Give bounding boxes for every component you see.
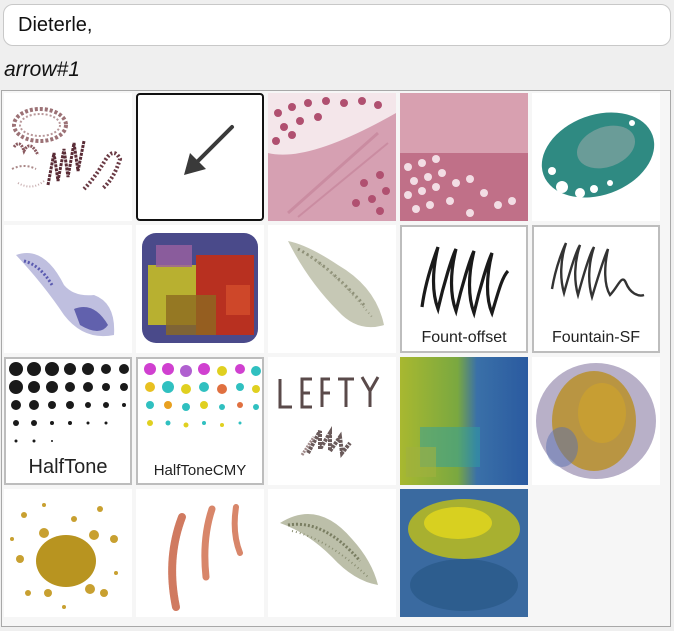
- brush-tile-grey-spray[interactable]: [268, 225, 396, 353]
- brush-tile-mauve-grid[interactable]: [400, 93, 528, 221]
- brush-tile-scribble-circle[interactable]: [4, 93, 132, 221]
- brush-tile-olive-stroke[interactable]: [268, 489, 396, 617]
- teal-splatter-swatch: [541, 112, 655, 198]
- green-blue-gradient-swatch: [400, 357, 528, 485]
- lefty-swatch: [278, 376, 380, 458]
- brush-tile-teal-splatter[interactable]: [532, 93, 660, 221]
- brush-tile-halftone-cmy[interactable]: HalfToneCMY: [136, 357, 264, 485]
- brush-tile-fountain-sf[interactable]: Fountain-SF: [532, 225, 660, 353]
- brush-caption: HalfTone: [28, 456, 108, 478]
- olive-stroke-swatch: [280, 514, 378, 585]
- search-input[interactable]: [18, 12, 658, 38]
- brush-tile-green-blue-gradient[interactable]: [400, 357, 528, 485]
- brush-caption: Fountain-SF: [551, 329, 641, 346]
- brush-caption: HalfToneCMY: [153, 462, 247, 479]
- scribble-circle-swatch: [11, 107, 123, 191]
- brush-grid[interactable]: Fount-offset Fountain-SF HalfTone HalfTo…: [1, 90, 671, 627]
- gold-splatter-swatch: [10, 503, 118, 609]
- brush-tile-fount-offset[interactable]: Fount-offset: [400, 225, 528, 353]
- brush-tile-salmon-strokes[interactable]: [136, 489, 264, 617]
- brush-tile-gold-splatter[interactable]: [4, 489, 132, 617]
- multicolor-block-swatch: [142, 233, 258, 343]
- selected-brush-name: arrow#1: [4, 58, 80, 81]
- brush-tile-lefty[interactable]: [268, 357, 396, 485]
- brush-tile-pink-dots[interactable]: [268, 93, 396, 221]
- grey-spray-swatch: [288, 241, 384, 328]
- brush-tile-multicolor-block[interactable]: [136, 225, 264, 353]
- brush-caption: Fount-offset: [421, 329, 507, 346]
- brush-tile-arrow[interactable]: [136, 93, 264, 221]
- pink-dots-swatch: [268, 93, 396, 221]
- brush-tile-ochre-blend[interactable]: [532, 357, 660, 485]
- brush-tile-halftone[interactable]: HalfTone: [4, 357, 132, 485]
- blue-spray-swatch: [16, 253, 115, 337]
- mauve-grid-swatch: [400, 93, 528, 221]
- brush-tile-blue-spray[interactable]: [4, 225, 132, 353]
- brush-tile-yellow-blue-blend[interactable]: [400, 489, 528, 617]
- arrow-icon: [184, 125, 234, 175]
- ochre-blend-swatch: [536, 363, 656, 479]
- yellow-blue-blend-swatch: [400, 489, 528, 617]
- salmon-strokes-swatch: [168, 504, 243, 611]
- search-box[interactable]: [3, 4, 671, 46]
